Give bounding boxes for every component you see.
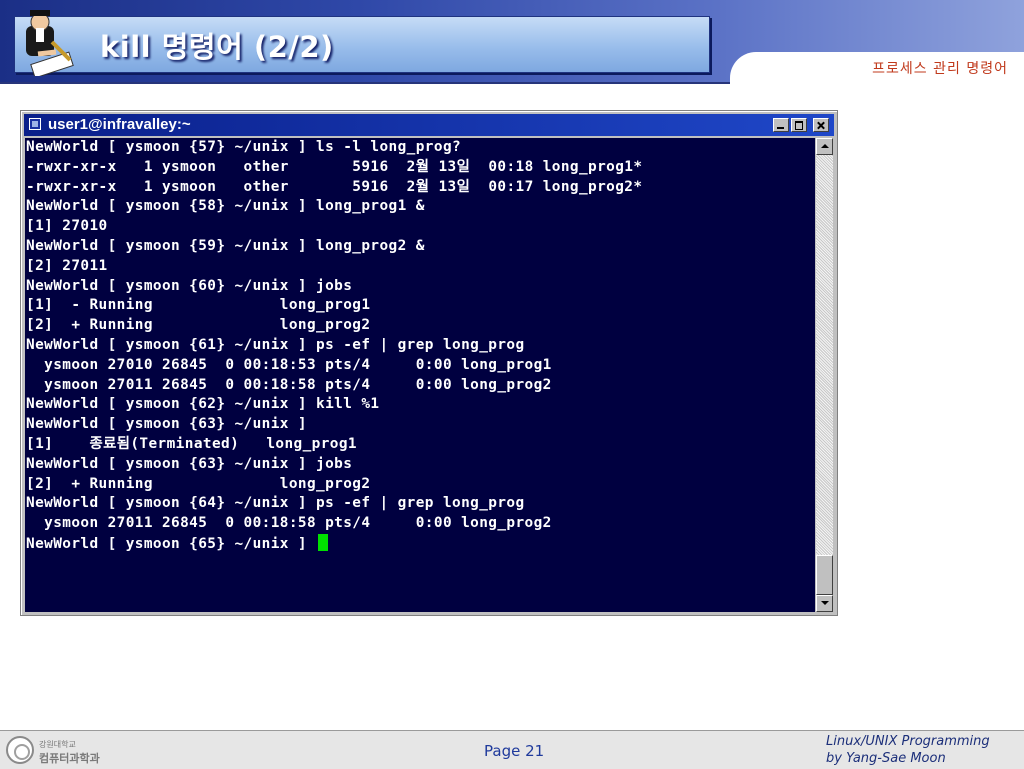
terminal-line: NewWorld [ ysmoon {61} ~/unix ] ps -ef |… xyxy=(26,336,525,353)
terminal-line: NewWorld [ ysmoon {64} ~/unix ] ps -ef |… xyxy=(26,495,525,512)
course-title: Linux/UNIX Programming xyxy=(826,734,990,749)
vertical-scrollbar[interactable] xyxy=(816,138,833,612)
scroll-up-button[interactable] xyxy=(816,138,833,155)
terminal-line: NewWorld [ ysmoon {59} ~/unix ] long_pro… xyxy=(26,237,425,254)
terminal-line: [1] 27010 xyxy=(26,218,108,235)
university-seal-icon xyxy=(6,736,34,764)
scroll-down-button[interactable] xyxy=(816,595,833,612)
terminal-line: ysmoon 27011 26845 0 00:18:58 pts/4 0:00… xyxy=(26,376,552,393)
terminal-line: [1] 종료됨(Terminated) long_prog1 xyxy=(26,435,357,452)
terminal-line: -rwxr-xr-x 1 ysmoon other 5916 2월 13일 00… xyxy=(26,158,643,175)
terminal-line: [2] + Running long_prog2 xyxy=(26,317,371,334)
slide-subtitle: 프로세스 관리 명령어 xyxy=(872,61,1008,77)
terminal-line: NewWorld [ ysmoon {63} ~/unix ] xyxy=(26,416,307,433)
course-credit: Linux/UNIX Programming by Yang-Sae Moon xyxy=(826,733,990,767)
terminal-line: [2] + Running long_prog2 xyxy=(26,475,371,492)
terminal-cursor xyxy=(318,533,329,551)
slide-title: kill 명령어 (2/2) xyxy=(100,30,334,64)
terminal-line: NewWorld [ ysmoon {57} ~/unix ] ls -l lo… xyxy=(26,139,462,155)
terminal-window: user1@infravalley:~ NewWorld [ ysmoon {5… xyxy=(20,110,838,616)
terminal-line: NewWorld [ ysmoon {58} ~/unix ] long_pro… xyxy=(26,198,425,215)
terminal-line: NewWorld [ ysmoon {62} ~/unix ] kill %1 xyxy=(26,396,380,413)
terminal-line: ysmoon 27011 26845 0 00:18:58 pts/4 0:00… xyxy=(26,515,552,532)
terminal-line: [2] 27011 xyxy=(26,257,108,274)
terminal-app-icon[interactable] xyxy=(29,118,41,130)
terminal-screen[interactable]: NewWorld [ ysmoon {57} ~/unix ] ls -l lo… xyxy=(25,138,815,612)
university-name: 강원대학교 xyxy=(39,740,76,749)
scroll-thumb[interactable] xyxy=(816,555,833,595)
terminal-line: -rwxr-xr-x 1 ysmoon other 5916 2월 13일 00… xyxy=(26,178,643,195)
close-button[interactable] xyxy=(813,118,829,132)
professor-icon xyxy=(26,10,74,76)
terminal-line: NewWorld [ ysmoon {60} ~/unix ] jobs xyxy=(26,277,353,294)
minimize-button[interactable] xyxy=(773,118,789,132)
maximize-button[interactable] xyxy=(791,118,807,132)
terminal-line: ysmoon 27010 26845 0 00:18:53 pts/4 0:00… xyxy=(26,356,552,373)
terminal-titlebar[interactable]: user1@infravalley:~ xyxy=(24,114,834,136)
terminal-line: NewWorld [ ysmoon {65} ~/unix ] xyxy=(26,533,642,554)
terminal-line: NewWorld [ ysmoon {63} ~/unix ] jobs xyxy=(26,455,353,472)
course-author: by Yang-Sae Moon xyxy=(826,751,946,766)
prompt-text: NewWorld [ ysmoon {65} ~/unix ] xyxy=(26,535,317,552)
terminal-line: [1] - Running long_prog1 xyxy=(26,297,371,314)
terminal-window-title: user1@infravalley:~ xyxy=(48,116,191,133)
department-name: 컴퓨터과학과 xyxy=(39,752,100,765)
terminal-output: NewWorld [ ysmoon {57} ~/unix ] ls -l lo… xyxy=(26,138,642,554)
page-number: Page 21 xyxy=(484,742,545,760)
